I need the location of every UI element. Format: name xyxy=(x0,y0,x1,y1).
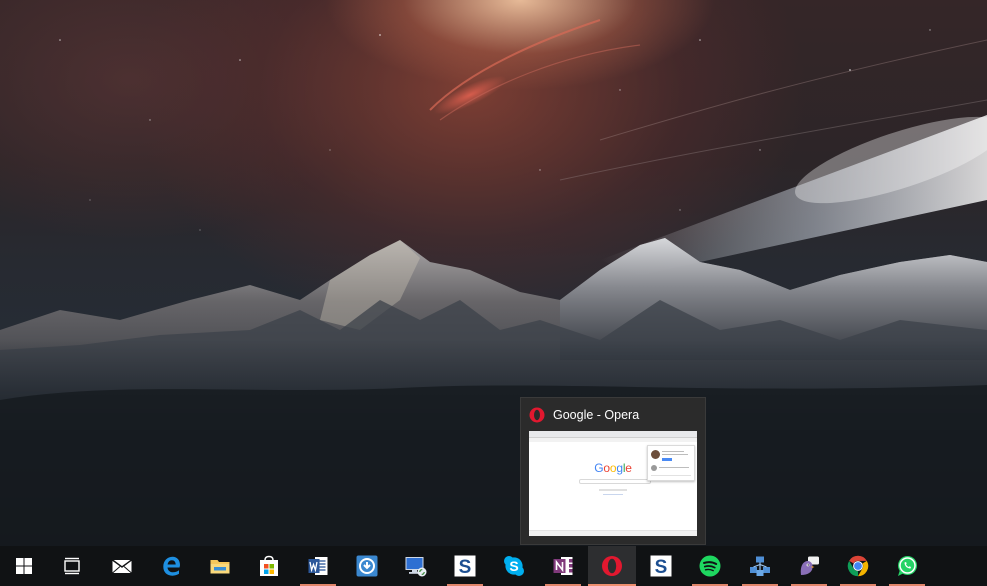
task-view-button[interactable] xyxy=(48,546,96,586)
chrome-icon xyxy=(846,554,870,578)
taskbar-store[interactable] xyxy=(245,546,293,586)
thumb-avatar xyxy=(651,450,660,459)
thumb-search-box xyxy=(579,479,651,484)
windows-start-icon xyxy=(12,554,36,578)
thumb-text-line xyxy=(662,451,684,452)
taskbar-chrome[interactable] xyxy=(834,546,882,586)
taskbar-word[interactable] xyxy=(294,546,342,586)
thumb-avatar-small xyxy=(651,465,657,471)
taskbar-spotify[interactable] xyxy=(686,546,734,586)
spotify-icon xyxy=(698,554,722,578)
mail-icon xyxy=(110,554,134,578)
thumb-search-buttons xyxy=(599,489,627,491)
svg-text:S: S xyxy=(655,557,668,578)
thumb-account-button xyxy=(662,458,672,461)
whatsapp-icon xyxy=(895,554,919,578)
onenote-icon xyxy=(551,554,575,578)
thumb-text-line xyxy=(662,454,688,455)
thumb-text-line xyxy=(659,467,689,468)
taskbar: S S S xyxy=(0,546,987,586)
skype-business-icon: S xyxy=(453,554,477,578)
taskbar-file-explorer[interactable] xyxy=(196,546,244,586)
thumb-tab-bar xyxy=(529,431,697,438)
window-thumbnail[interactable]: Google xyxy=(529,431,697,536)
chat-bird-icon xyxy=(797,554,821,578)
svg-text:S: S xyxy=(459,557,472,578)
thumb-text-line xyxy=(651,475,691,476)
svg-text:S: S xyxy=(509,558,518,574)
store-icon xyxy=(257,554,281,578)
wallpaper-art xyxy=(0,19,987,546)
network-icon xyxy=(748,554,772,578)
taskbar-chat-app[interactable] xyxy=(785,546,833,586)
start-button[interactable] xyxy=(0,546,48,586)
taskbar-simplenote[interactable]: S xyxy=(637,546,685,586)
taskbar-skype[interactable]: S xyxy=(490,546,538,586)
taskbar-thumbnail-preview[interactable]: Google - Opera Google xyxy=(520,397,706,545)
thumb-account-popup xyxy=(647,445,695,481)
preview-title: Google - Opera xyxy=(553,408,640,422)
taskbar-lastpass[interactable] xyxy=(343,546,391,586)
taskbar-network-app[interactable] xyxy=(736,546,784,586)
taskbar-edge[interactable] xyxy=(147,546,195,586)
word-icon xyxy=(306,554,330,578)
preview-header: Google - Opera xyxy=(529,406,639,424)
remote-desktop-icon xyxy=(404,554,428,578)
edge-icon xyxy=(159,554,183,578)
skype-icon: S xyxy=(502,554,526,578)
simplenote-icon: S xyxy=(649,554,673,578)
lastpass-icon xyxy=(355,554,379,578)
taskbar-mail[interactable] xyxy=(98,546,146,586)
opera-icon xyxy=(529,407,545,423)
taskbar-skype-business[interactable]: S xyxy=(441,546,489,586)
taskbar-opera[interactable] xyxy=(588,546,636,586)
taskbar-onenote[interactable] xyxy=(539,546,587,586)
thumb-footer xyxy=(529,530,697,536)
thumb-address-bar xyxy=(529,438,697,442)
task-view-icon xyxy=(60,554,84,578)
opera-icon xyxy=(600,554,624,578)
taskbar-remote-desktop[interactable] xyxy=(392,546,440,586)
thumb-language-line xyxy=(603,494,623,495)
taskbar-whatsapp[interactable] xyxy=(883,546,931,586)
desktop-wallpaper xyxy=(0,0,987,546)
file-explorer-icon xyxy=(208,554,232,578)
